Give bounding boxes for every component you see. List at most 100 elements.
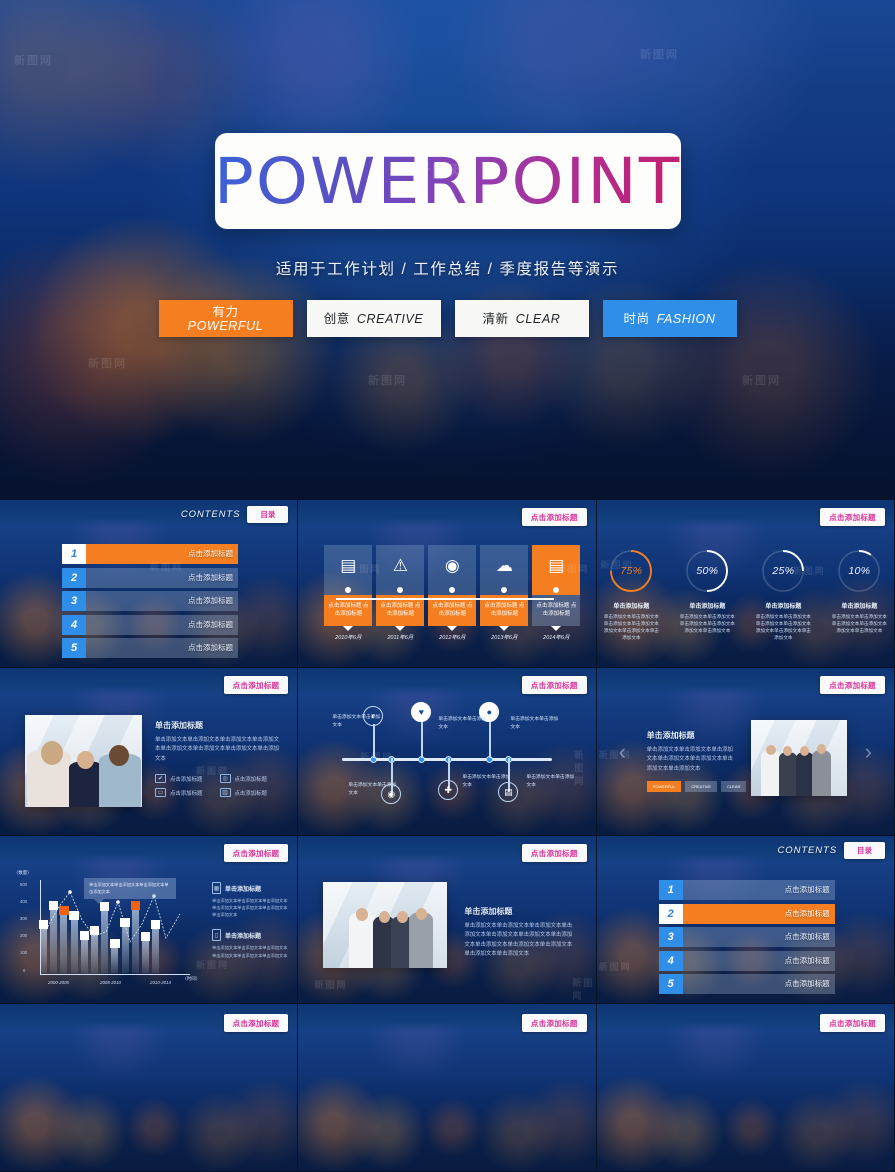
contents-header-en: CONTENTS	[777, 845, 837, 856]
list-item[interactable]: 5 点击添加标题	[62, 638, 238, 658]
slide-thumbnail-node-timeline[interactable]: 点击添加标题 ◐ ♥ ● ◉ ✚ ▤ 单击添加文本单击添加文本 单击添加文本单击…	[298, 668, 597, 836]
timeline-node[interactable]: ♥	[411, 702, 432, 722]
timeline-node-text: 单击添加文本单击添加文本	[510, 717, 559, 731]
ring-title: 单击添加标题	[841, 604, 878, 610]
list-item-label: 点击添加标题	[784, 908, 830, 918]
list-item-number: 4	[62, 614, 86, 635]
slide-thumbnail-photo-right[interactable]: 点击添加标题 ‹ › 单击添加标题 单击添加文本单击添加文本单击添加文本单击添加…	[596, 668, 895, 836]
list-item-label: 点击添加标题	[188, 549, 233, 559]
warning-icon: ⚠	[392, 555, 408, 575]
list-item-number: 5	[62, 638, 86, 658]
timeline-card[interactable]: ☁ 点击添加标题 点击添加标题 2013年6月	[480, 545, 529, 641]
tag-powerful[interactable]: 有力 POWERFUL	[158, 300, 293, 337]
slide-body: 单击添加文本单击添加文本单击添加文本单击添加文本单击添加文本单击添加文本单击添加…	[464, 923, 573, 958]
slide-thumbnail-contents-a[interactable]: CONTENTS 目录 1 点击添加标题 2 点击添加标题 3 点击添加标题 4	[0, 500, 299, 668]
tag-creative[interactable]: 创意 CREATIVE	[306, 300, 441, 337]
chart-bar	[110, 939, 120, 973]
timeline-node-text: 单击添加文本单击添加文本	[348, 783, 397, 797]
tag-clear[interactable]: CLEAR	[721, 781, 747, 793]
slide-header-badge[interactable]: 点击添加标题	[521, 844, 587, 862]
list-item[interactable]: 5 点击添加标题	[658, 974, 835, 994]
list-item[interactable]: 4 点击添加标题	[62, 614, 238, 635]
ring-item[interactable]: 75% 单击添加标题 单击添加文本单击添加文本单击添加文本单击添加文本添加文本单…	[601, 548, 661, 641]
list-item-bar: 点击添加标题	[86, 591, 238, 611]
chart-group-label: 2010-2014	[150, 980, 171, 985]
caret-icon	[551, 625, 562, 631]
slide-thumbnail-contents-b[interactable]: CONTENTS 目录 1 点击添加标题 2 点击添加标题 3 点击添加标题 4	[596, 836, 895, 1004]
slide-thumbnail-timeline-cards[interactable]: 点击添加标题 ▤ 点击添加标题 点击添加标题 2010年6月 ⚠ 点击添加标题 …	[298, 500, 597, 668]
slide-text-block: 单击添加标题 单击添加文本单击添加文本单击添加文本单击添加文本单击添加文本单击添…	[646, 730, 747, 793]
feature-label: 点击添加标题	[234, 776, 267, 783]
tag-clear[interactable]: 清新 CLEAR	[454, 300, 589, 337]
contents-header-cn[interactable]: 目录	[247, 506, 289, 523]
list-item[interactable]: 2 点击添加标题	[62, 567, 238, 588]
feature-item[interactable]: ✔ 点击添加标题	[155, 774, 216, 784]
slide-header-badge[interactable]: 点击添加标题	[521, 508, 587, 526]
list-item[interactable]: 1 点击添加标题	[658, 880, 835, 900]
slide-thumbnail-chart[interactable]: 点击添加标题 〈数量〉 〈时间〉 500 400 300 200 100 0 单…	[0, 836, 299, 1004]
person-figure	[795, 752, 814, 796]
slide-thumbnail-partial-3[interactable]: 点击添加标题	[596, 1004, 895, 1172]
contents-list: 1 点击添加标题 2 点击添加标题 3 点击添加标题 4 点击添加标题 5 点击…	[62, 544, 238, 662]
list-item-number: 3	[658, 927, 683, 947]
slide-thumbnail-partial-1[interactable]: 点击添加标题	[0, 1004, 299, 1172]
timeline-card[interactable]: ◉ 点击添加标题 点击添加标题 2012年6月	[428, 545, 477, 641]
chevron-left-icon[interactable]: ‹	[619, 739, 626, 765]
slide-header-badge[interactable]: 点击添加标题	[223, 676, 289, 694]
list-item[interactable]: 3 点击添加标题	[62, 591, 238, 611]
hero-banner: 新图网 新图网 新图网 新图网 新图网 新图网 POWERPOINT 适用于工作…	[0, 0, 895, 500]
tag-powerful[interactable]: POWERFUL	[646, 781, 682, 793]
slide-thumbnail-partial-2[interactable]: 点击添加标题	[298, 1004, 597, 1172]
chart-bar	[38, 920, 49, 973]
timeline-node[interactable]: ✚	[438, 780, 459, 800]
bar-cap	[79, 931, 89, 940]
side-block-title: 单击添加标题	[225, 886, 262, 893]
timeline-card[interactable]: ▤ 点击添加标题 点击添加标题 2014年6月	[532, 545, 581, 641]
person-figure	[778, 752, 797, 796]
ring-item[interactable]: 25% 单击添加标题 单击添加文本单击添加文本单击添加文本单击添加文本添加文本单…	[753, 548, 813, 641]
contents-header-en: CONTENTS	[180, 509, 241, 520]
slide-thumbnail-photo-left[interactable]: 点击添加标题 单击添加标题 单击添加文本单击添加文本单击添加文本单击添加文本单击…	[0, 668, 299, 836]
person-figure	[409, 912, 434, 968]
side-block[interactable]: ▯ 单击添加标题 单击添加文本单击添加文本单击添加文本单击添加文本单击添加文本单…	[212, 929, 288, 958]
ring-item[interactable]: 10% 单击添加标题 单击添加文本单击添加文本单击添加文本单击添加文本添加文本单…	[829, 548, 889, 641]
list-item-bar: 点击添加标题	[682, 903, 835, 924]
slide-thumbnail-rings[interactable]: 点击添加标题 75% 单击添加标题 单击添加文本单击添加文本单击添加文本单击添加…	[596, 500, 895, 668]
chart-x-axis	[40, 974, 190, 975]
ring-item[interactable]: 50% 单击添加标题 单击添加文本单击添加文本单击添加文本单击添加文本添加文本单…	[677, 548, 737, 641]
ring-desc: 单击添加文本单击添加文本单击添加文本单击添加文本添加文本单击添加文本单击添加文本	[603, 614, 659, 641]
list-item[interactable]: 3 点击添加标题	[658, 927, 835, 947]
timeline-card[interactable]: ⚠ 点击添加标题 点击添加标题 2011年6月	[376, 545, 425, 641]
slide-thumbnail-photo-center[interactable]: 点击添加标题 单击添加标题 单击添加文本单击添加文本单击添加文本单击添加文本单击…	[298, 836, 597, 1004]
slide-header-badge[interactable]: 点击添加标题	[223, 844, 289, 862]
bar-cap	[89, 926, 100, 935]
slide-header-badge[interactable]: 点击添加标题	[820, 676, 885, 694]
feature-item[interactable]: ▭ 点击添加标题	[155, 788, 216, 798]
slide-header-badge[interactable]: 点击添加标题	[223, 1014, 289, 1032]
chart-side-panel: ▦ 单击添加标题 单击添加文本单击添加文本单击添加文本单击添加文本单击添加文本单…	[212, 882, 288, 970]
watermark: 新图网	[742, 375, 781, 387]
chevron-right-icon[interactable]: ›	[865, 739, 872, 765]
tag-creative[interactable]: CREATIVE	[685, 781, 718, 793]
list-item[interactable]: 2 点击添加标题	[658, 903, 835, 924]
timeline-card[interactable]: ▤ 点击添加标题 点击添加标题 2010年6月	[324, 545, 373, 641]
bar-cap	[49, 901, 59, 910]
bar-cap	[59, 906, 69, 915]
list-item-bar: 点击添加标题	[682, 974, 835, 994]
bar-cap	[120, 918, 130, 927]
slide-header-badge[interactable]: 点击添加标题	[820, 508, 885, 526]
feature-item[interactable]: ◎ 点击添加标题	[219, 774, 281, 784]
slide-header-badge[interactable]: 点击添加标题	[521, 1014, 587, 1032]
side-block[interactable]: ▦ 单击添加标题 单击添加文本单击添加文本单击添加文本单击添加文本单击添加文本单…	[212, 882, 288, 918]
contents-header-cn[interactable]: 目录	[844, 842, 885, 859]
slide-header-badge[interactable]: 点击添加标题	[820, 1014, 885, 1032]
timeline-card-top: ⚠	[376, 545, 425, 585]
list-item[interactable]: 4 点击添加标题	[658, 950, 835, 971]
feature-item[interactable]: ▥ 点击添加标题	[219, 788, 281, 798]
slide-header-badge[interactable]: 点击添加标题	[521, 676, 587, 694]
timeline-card-dotrow	[532, 585, 581, 595]
tag-fashion[interactable]: 时尚 FASHION	[602, 300, 737, 337]
timeline-card-top: ☁	[480, 545, 529, 585]
list-item[interactable]: 1 点击添加标题	[62, 544, 238, 564]
ring-desc: 单击添加文本单击添加文本单击添加文本单击添加文本添加文本单击添加文本	[679, 614, 735, 634]
